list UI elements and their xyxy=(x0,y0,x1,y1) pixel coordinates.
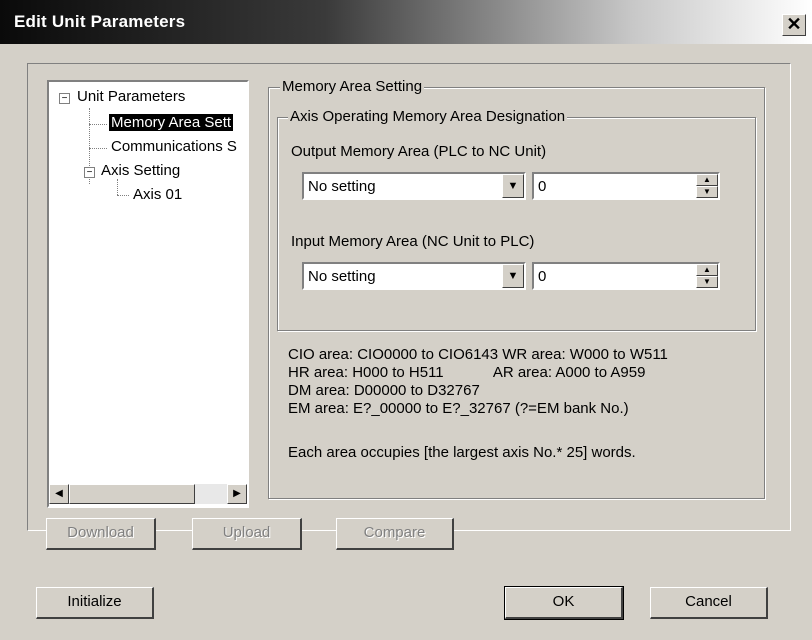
tree-connector xyxy=(89,148,107,149)
scroll-right-button[interactable]: ▶ xyxy=(227,484,247,504)
arrow-up-icon: ▲ xyxy=(703,265,711,274)
info-note: Each area occupies [the largest axis No.… xyxy=(288,444,636,461)
tree-item-axis-01[interactable]: Axis 01 xyxy=(133,186,182,203)
dropdown-button[interactable]: ▼ xyxy=(502,174,524,198)
output-memory-area-value: No setting xyxy=(308,178,376,195)
ok-button[interactable]: OK xyxy=(504,586,624,620)
compare-button[interactable]: Compare xyxy=(336,518,454,550)
arrow-down-icon: ▼ xyxy=(703,187,711,196)
dropdown-button[interactable]: ▼ xyxy=(502,264,524,288)
axis-operating-group-title: Axis Operating Memory Area Designation xyxy=(288,108,568,125)
spin-up-button[interactable]: ▲ xyxy=(696,174,718,186)
input-memory-area-select[interactable]: No setting ▼ xyxy=(302,262,526,290)
arrow-left-icon: ◀ xyxy=(55,488,63,499)
tree-item-unit-parameters[interactable]: Unit Parameters xyxy=(77,88,185,105)
tree-connector xyxy=(117,195,129,196)
spin-down-button[interactable]: ▼ xyxy=(696,276,718,288)
info-dm: DM area: D00000 to D32767 xyxy=(288,382,480,399)
output-memory-address-spinner[interactable]: 0 ▲ ▼ xyxy=(532,172,720,200)
input-memory-label: Input Memory Area (NC Unit to PLC) xyxy=(291,233,535,250)
output-memory-label: Output Memory Area (PLC to NC Unit) xyxy=(291,143,547,160)
tree-connector xyxy=(117,179,118,195)
info-em: EM area: E?_00000 to E?_32767 (?=EM bank… xyxy=(288,400,629,417)
close-button[interactable]: ✕ xyxy=(782,14,806,36)
tree-item-communications-setting[interactable]: Communications S xyxy=(111,138,237,155)
memory-area-group-title: Memory Area Setting xyxy=(280,78,425,95)
chevron-down-icon: ▼ xyxy=(507,180,519,192)
window-title: Edit Unit Parameters xyxy=(14,12,186,31)
spin-down-button[interactable]: ▼ xyxy=(696,186,718,198)
info-hr-ar: HR area: H000 to H511 AR area: A000 to A… xyxy=(288,364,646,381)
scroll-left-button[interactable]: ◀ xyxy=(49,484,69,504)
spin-up-button[interactable]: ▲ xyxy=(696,264,718,276)
input-memory-address-value: 0 xyxy=(538,268,547,285)
download-button[interactable]: Download xyxy=(46,518,156,550)
arrow-right-icon: ▶ xyxy=(233,488,241,499)
output-memory-address-value: 0 xyxy=(538,178,547,195)
title-bar: Edit Unit Parameters ✕ xyxy=(0,0,812,44)
chevron-down-icon: ▼ xyxy=(507,270,519,282)
close-icon: ✕ xyxy=(786,14,802,34)
initialize-button[interactable]: Initialize xyxy=(36,587,154,619)
tree-item-memory-area-setting[interactable]: Memory Area Sett xyxy=(109,114,234,131)
collapse-icon[interactable]: − xyxy=(59,93,70,104)
output-memory-area-select[interactable]: No setting ▼ xyxy=(302,172,526,200)
upload-button[interactable]: Upload xyxy=(192,518,302,550)
tree-horizontal-scrollbar[interactable]: ◀ ▶ xyxy=(49,484,247,504)
collapse-icon[interactable]: − xyxy=(84,167,95,178)
tree-item-axis-setting[interactable]: Axis Setting xyxy=(101,162,180,179)
cancel-button[interactable]: Cancel xyxy=(650,587,768,619)
arrow-down-icon: ▼ xyxy=(703,277,711,286)
arrow-up-icon: ▲ xyxy=(703,175,711,184)
info-cio-wr: CIO area: CIO0000 to CIO6143 WR area: W0… xyxy=(288,346,668,363)
input-memory-area-value: No setting xyxy=(308,268,376,285)
parameter-tree[interactable]: − Unit Parameters Memory Area Sett Commu… xyxy=(47,80,249,508)
tree-connector xyxy=(89,124,107,125)
input-memory-address-spinner[interactable]: 0 ▲ ▼ xyxy=(532,262,720,290)
scroll-thumb[interactable] xyxy=(69,484,195,504)
